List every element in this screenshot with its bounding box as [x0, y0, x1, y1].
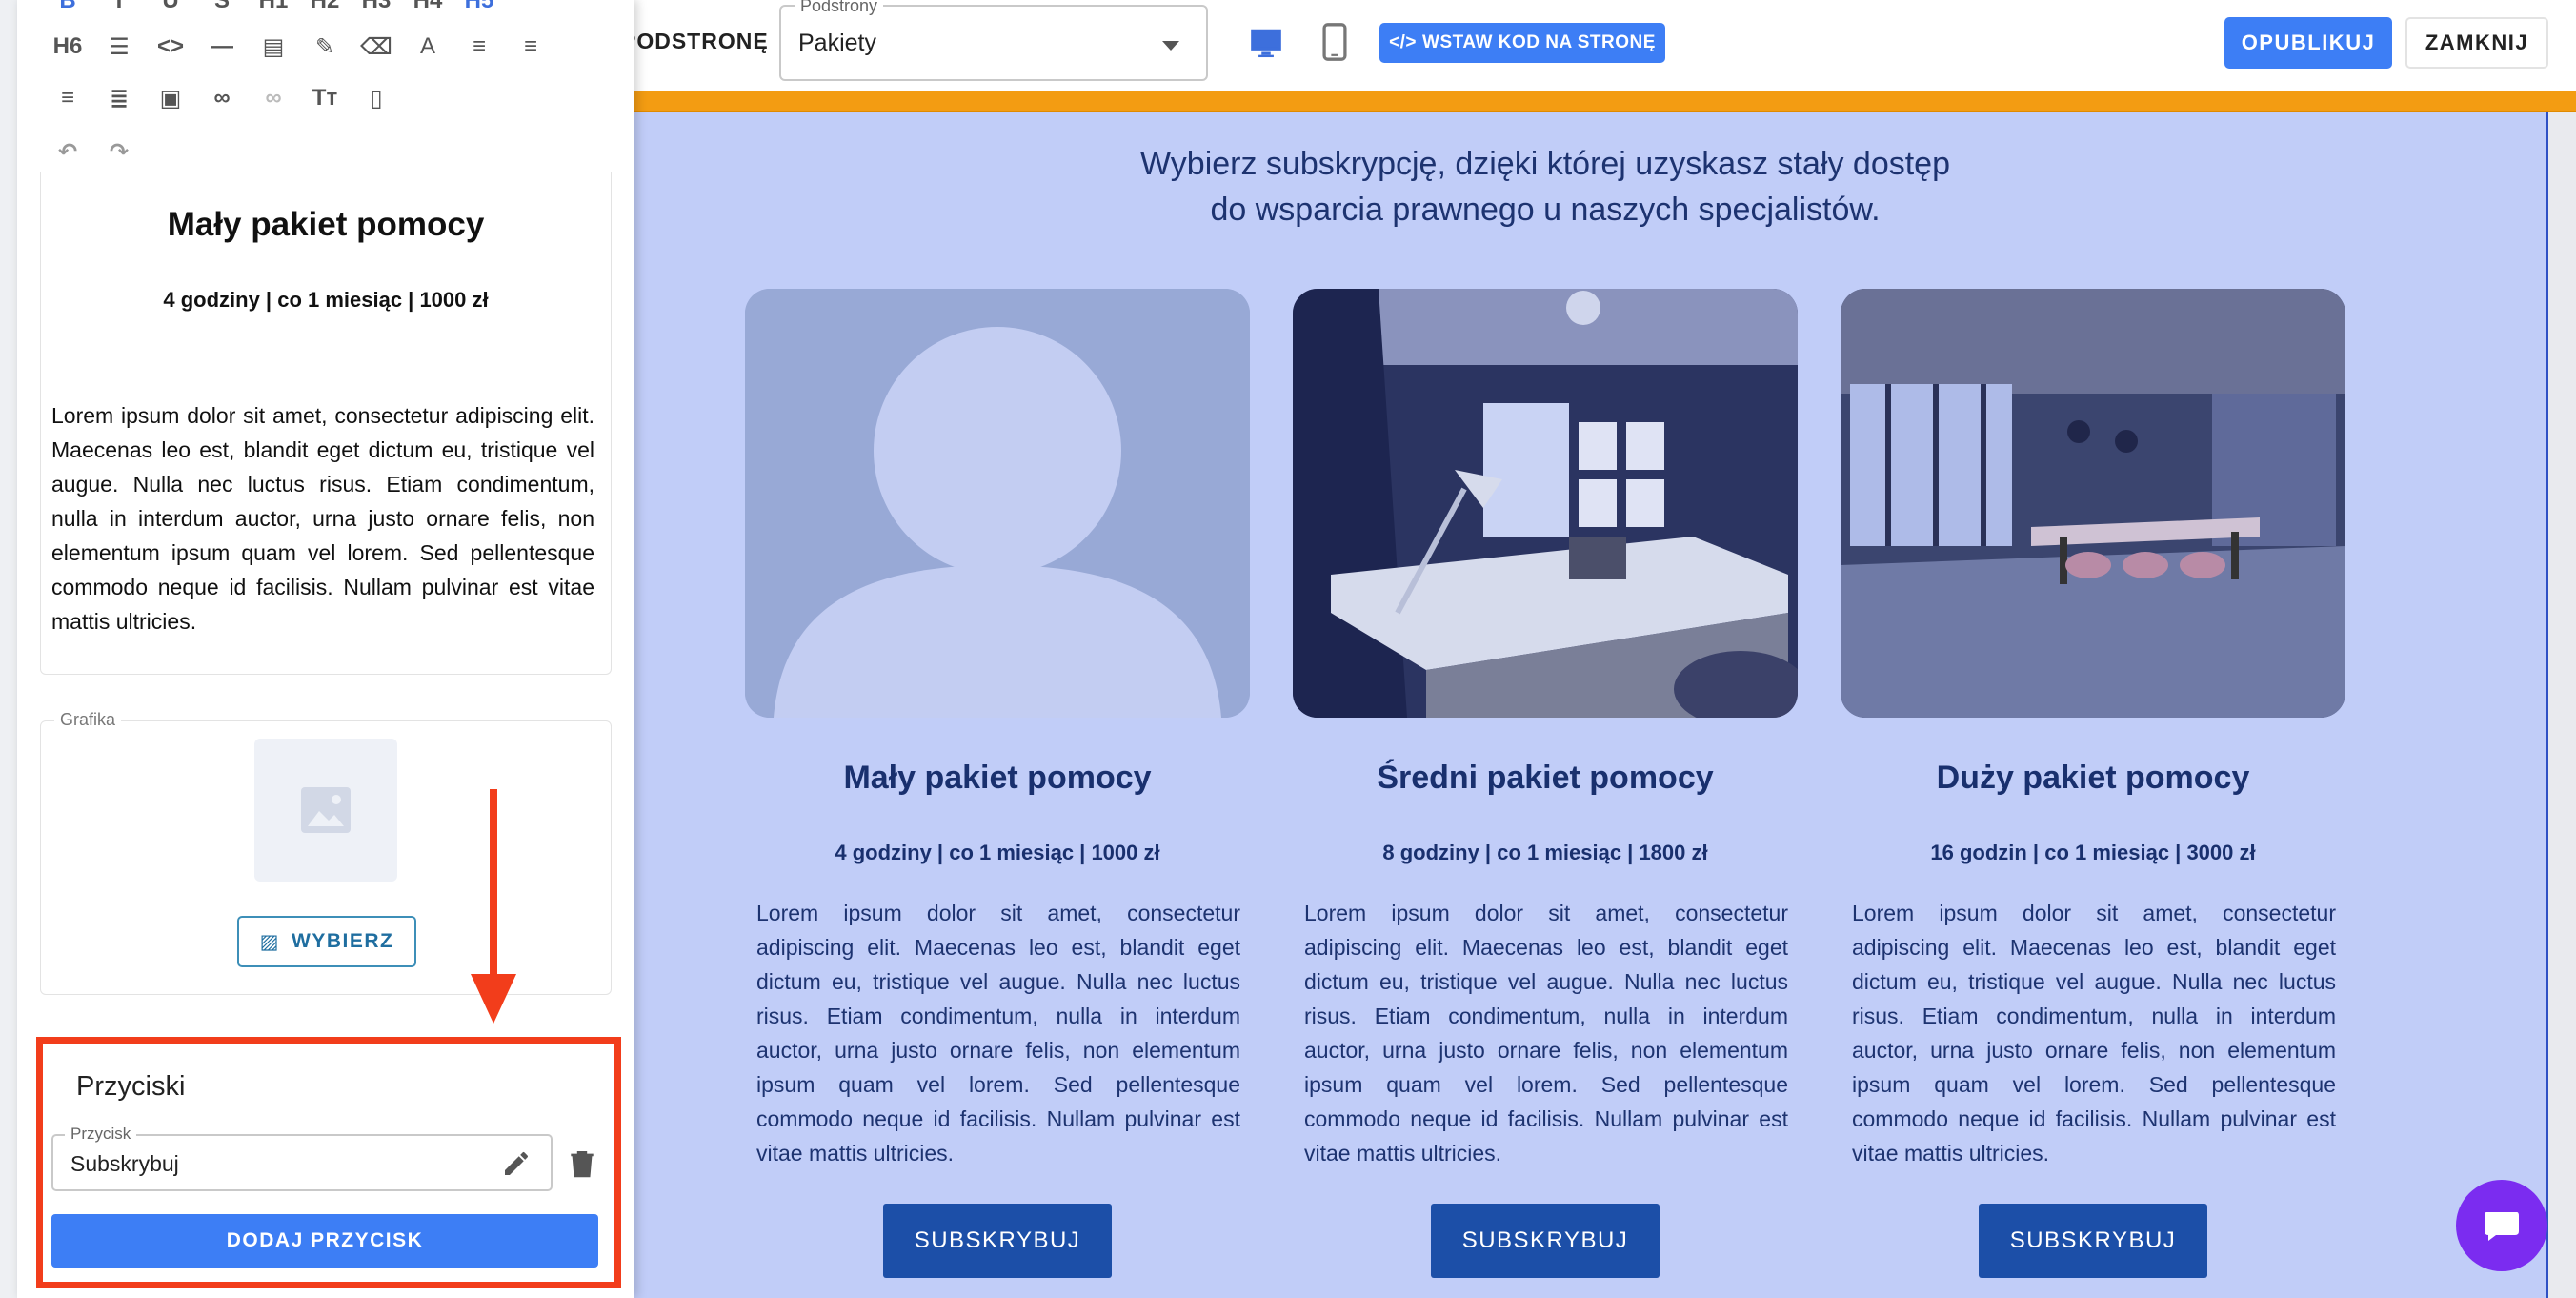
- undo-icon[interactable]: ↶: [42, 130, 93, 173]
- preview-intro: Wybierz subskrypcję, dzięki której uzysk…: [633, 141, 2458, 233]
- bold-icon[interactable]: B: [42, 0, 93, 23]
- editor-title[interactable]: Mały pakiet pomocy: [40, 206, 612, 244]
- add-button-button[interactable]: DODAJ PRZYCISK: [51, 1214, 598, 1268]
- card-title: Średni pakiet pomocy: [1377, 760, 1714, 796]
- card-text: Lorem ipsum dolor sit amet, consectetur …: [756, 901, 1240, 1166]
- editor-subtitle[interactable]: 4 godziny | co 1 miesiąc | 1000 zł: [40, 288, 612, 313]
- subpages-value: Pakiety: [798, 30, 876, 56]
- subpages-label: Podstrony: [795, 0, 884, 16]
- card-text: Lorem ipsum dolor sit amet, consectetur …: [1852, 901, 2336, 1166]
- clipboard-icon[interactable]: ▯: [351, 76, 402, 120]
- editor-body-text[interactable]: Lorem ipsum dolor sit amet, consectetur …: [51, 398, 594, 639]
- close-button[interactable]: ZAMKNIJ: [2405, 17, 2548, 69]
- card-text: Lorem ipsum dolor sit amet, consectetur …: [1304, 901, 1788, 1166]
- pencil-icon[interactable]: [501, 1148, 532, 1179]
- pen-icon[interactable]: ✎: [299, 25, 351, 69]
- publish-button[interactable]: OPUBLIKUJ: [2224, 17, 2392, 69]
- add-subpage-link[interactable]: PODSTRONĘ: [621, 29, 769, 54]
- h2-icon[interactable]: H2: [299, 0, 351, 23]
- h3-icon[interactable]: H3: [351, 0, 402, 23]
- image-file-icon: ▨: [259, 930, 280, 953]
- card-subtitle: 16 godzin | co 1 miesiąc | 3000 zł: [1930, 841, 2256, 864]
- image-placeholder-icon: [301, 787, 351, 833]
- h5-icon[interactable]: H5: [453, 0, 505, 23]
- choose-label: WYBIERZ: [292, 930, 394, 952]
- subscribe-button[interactable]: SUBSKRYBUJ: [1431, 1204, 1660, 1278]
- button-field-value: Subskrybuj: [70, 1151, 179, 1176]
- choose-image-button[interactable]: ▨ WYBIERZ: [237, 916, 416, 967]
- hr-icon[interactable]: —: [196, 25, 248, 69]
- card-subtitle: 4 godziny | co 1 miesiąc | 1000 zł: [835, 841, 1160, 864]
- toolbar-row-3: ≡ ≣ ▣ ∞ ∞ Tт ▯: [42, 76, 402, 120]
- graphic-label: Grafika: [54, 710, 122, 730]
- code-icon: </>: [1389, 32, 1418, 52]
- h1-icon[interactable]: H1: [248, 0, 299, 23]
- align-justify-icon[interactable]: ≣: [93, 76, 145, 120]
- card-image-avatar[interactable]: [745, 289, 1250, 718]
- list-icon[interactable]: ☰: [93, 25, 145, 69]
- align-center-icon[interactable]: ≡: [42, 76, 93, 120]
- h6-icon[interactable]: H6: [42, 25, 93, 69]
- subscribe-button[interactable]: SUBSKRYBUJ: [1979, 1204, 2207, 1278]
- annotation-arrow-head: [471, 974, 516, 1024]
- code-icon[interactable]: <>: [145, 25, 196, 69]
- card-subtitle: 8 godziny | co 1 miesiąc | 1800 zł: [1382, 841, 1708, 864]
- chevron-down-icon: [1162, 41, 1179, 51]
- office-desk-image: [1293, 289, 1798, 718]
- doc-icon[interactable]: ▤: [248, 25, 299, 69]
- text-color-icon[interactable]: A: [402, 25, 453, 69]
- annotation-arrow-line: [490, 789, 497, 980]
- align-left-icon[interactable]: ≡: [453, 25, 505, 69]
- button-text-field[interactable]: Przycisk Subskrybuj: [51, 1125, 553, 1191]
- preview-scrollbar[interactable]: [2548, 112, 2576, 1298]
- trash-icon[interactable]: [570, 1148, 594, 1179]
- card-image-office[interactable]: [1293, 289, 1798, 718]
- embed-code-label: WSTAW KOD NA STRONĘ: [1422, 32, 1656, 52]
- card-title: Duży pakiet pomocy: [1936, 760, 2250, 796]
- image-icon[interactable]: ▣: [145, 76, 196, 120]
- text-size-icon[interactable]: Tт: [299, 76, 351, 120]
- subscribe-button[interactable]: SUBSKRYBUJ: [883, 1204, 1112, 1278]
- intro-line-2: do wsparcia prawnego u naszych specjalis…: [1210, 192, 1881, 228]
- mobile-icon[interactable]: [1322, 23, 1347, 61]
- graphic-thumbnail[interactable]: [254, 739, 397, 882]
- redo-icon[interactable]: ↷: [93, 130, 145, 173]
- unlink-icon[interactable]: ∞: [248, 76, 299, 120]
- strike-icon[interactable]: S: [196, 0, 248, 23]
- card-title: Mały pakiet pomocy: [843, 760, 1152, 796]
- italic-icon[interactable]: I: [93, 0, 145, 23]
- subpages-select[interactable]: Podstrony Pakiety: [779, 0, 1208, 81]
- embed-code-button[interactable]: </> WSTAW KOD NA STRONĘ: [1379, 23, 1665, 63]
- link-icon[interactable]: ∞: [196, 76, 248, 120]
- h4-icon[interactable]: H4: [402, 0, 453, 23]
- chat-icon: [2485, 1212, 2519, 1241]
- button-field-label: Przycisk: [65, 1125, 137, 1144]
- meeting-room-image: [1841, 289, 2345, 718]
- toolbar-row-4: ↶ ↷: [42, 130, 145, 173]
- buttons-section-title: Przyciski: [76, 1071, 186, 1102]
- card-image-meeting[interactable]: [1841, 289, 2345, 718]
- desktop-icon[interactable]: [1248, 25, 1284, 61]
- graphic-section: Grafika ▨ WYBIERZ: [40, 710, 612, 995]
- avatar-placeholder-icon: [745, 289, 1250, 718]
- toolbar-row-2: H6 ☰ <> — ▤ ✎ ⌫ A ≡ ≡: [42, 25, 556, 69]
- align-right-icon[interactable]: ≡: [505, 25, 556, 69]
- chat-button[interactable]: [2456, 1180, 2547, 1271]
- intro-line-1: Wybierz subskrypcję, dzięki której uzysk…: [1140, 146, 1950, 182]
- eraser-icon[interactable]: ⌫: [351, 25, 402, 69]
- toolbar-row-1: B I U S H1 H2 H3 H4 H5: [42, 0, 505, 23]
- underline-icon[interactable]: U: [145, 0, 196, 23]
